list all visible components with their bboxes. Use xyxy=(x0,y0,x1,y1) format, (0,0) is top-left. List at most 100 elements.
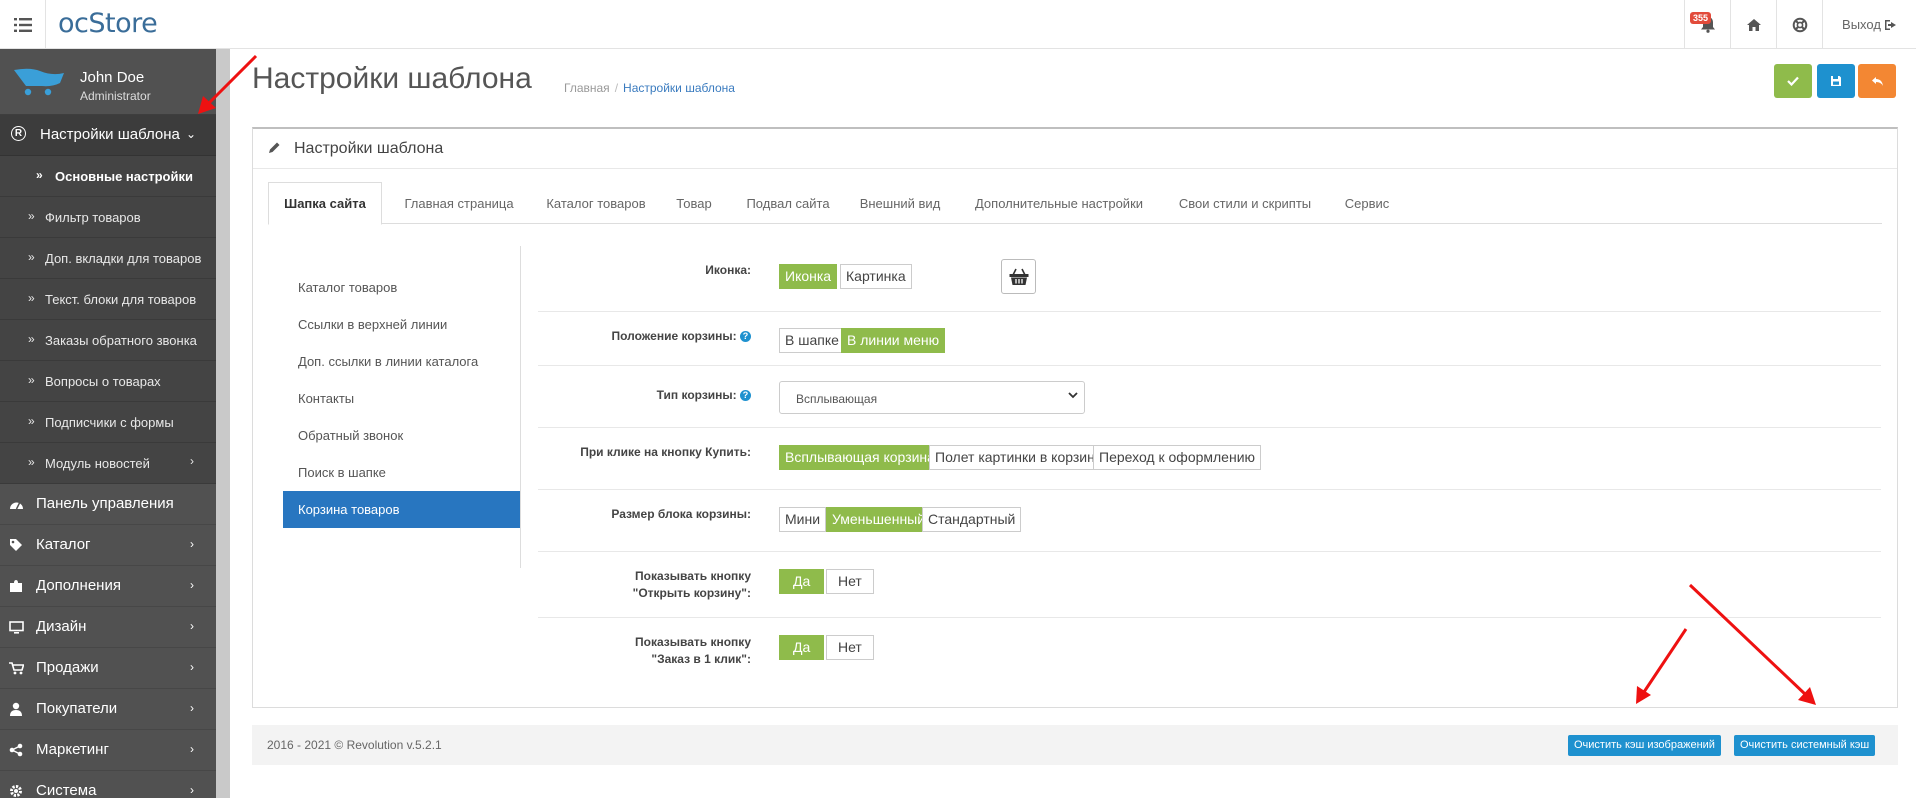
sidebar-subitem-label: Основные настройки xyxy=(55,169,193,184)
sidebar-item-dashboard[interactable]: Панель управления xyxy=(0,484,216,525)
menu-toggle-button[interactable] xyxy=(0,0,46,49)
breadcrumb-separator: / xyxy=(614,81,619,95)
cart-type-select[interactable]: Всплывающая xyxy=(779,381,1085,414)
sidebar-item-label: Маркетинг xyxy=(36,741,109,758)
tab-home-page[interactable]: Главная страница xyxy=(382,182,536,224)
sidebar-item-sales[interactable]: Продажи › xyxy=(0,648,216,689)
vnav-item[interactable]: Контакты xyxy=(283,380,520,417)
sidebar-item-design[interactable]: Дизайн › xyxy=(0,607,216,648)
help-icon[interactable]: ? xyxy=(740,331,751,342)
chevron-right-icon: › xyxy=(190,537,194,551)
double-chevron-icon: » xyxy=(28,373,35,387)
back-button[interactable] xyxy=(1858,64,1896,98)
tab-catalog[interactable]: Каталог товаров xyxy=(536,182,656,224)
field-label: Положение корзины: ? xyxy=(612,328,751,345)
sidebar-item-system[interactable]: Система › xyxy=(0,771,216,798)
chevron-right-icon: › xyxy=(190,619,194,633)
logout-button[interactable]: Выход xyxy=(1822,0,1916,49)
double-chevron-icon: » xyxy=(28,414,35,428)
vnav-item[interactable]: Каталог товаров xyxy=(283,269,520,306)
sidebar-subitem[interactable]: » Заказы обратного звонка xyxy=(0,320,216,361)
notifications-button[interactable] xyxy=(1684,0,1730,49)
double-chevron-icon: » xyxy=(28,250,35,264)
opencart-logo-icon xyxy=(14,68,64,96)
sidebar-subitem[interactable]: » Основные настройки xyxy=(0,156,216,197)
clear-image-cache-button[interactable]: Очистить кэш изображений xyxy=(1568,735,1721,756)
form-row-show-one-click: Показывать кнопку "Заказ в 1 клик": Да Не… xyxy=(538,618,1881,684)
sidebar-item-extensions[interactable]: Дополнения › xyxy=(0,566,216,607)
sidebar-subitem[interactable]: » Вопросы о товарах xyxy=(0,361,216,402)
logo-store: Store xyxy=(88,8,158,39)
panel-title: Настройки шаблона xyxy=(294,140,444,157)
sidebar-subitem-label: Модуль новостей xyxy=(45,456,150,471)
double-chevron-icon: » xyxy=(36,168,43,182)
sidebar-scrollbar[interactable] xyxy=(216,49,230,798)
sidebar-item-label: Продажи xyxy=(36,659,99,676)
sidebar-item-label: Каталог xyxy=(36,536,91,553)
breadcrumb-home-link[interactable]: Главная xyxy=(564,81,610,95)
option-button[interactable]: Да xyxy=(779,635,825,660)
sidebar-subitem[interactable]: » Доп. вкладки для товаров xyxy=(0,238,216,279)
sidebar-item-marketing[interactable]: Маркетинг › xyxy=(0,730,216,771)
field-label: Размер блока корзины: xyxy=(611,507,751,521)
tab-service[interactable]: Сервис xyxy=(1328,182,1406,224)
logo-oc: oc xyxy=(58,8,89,39)
form-row-on-buy: При клике на кнопку Купить: Всплывающая … xyxy=(538,428,1881,490)
sidebar-item-label: Панель управления xyxy=(36,495,174,512)
help-button[interactable] xyxy=(1776,0,1822,49)
option-button[interactable]: Да xyxy=(779,569,825,594)
option-button[interactable]: Нет xyxy=(826,635,874,660)
sidebar-item-customers[interactable]: Покупатели › xyxy=(0,689,216,730)
sidebar-item-template-settings[interactable]: R Настройки шаблона ⌄ xyxy=(0,115,216,156)
double-chevron-icon: » xyxy=(28,332,35,346)
field-label: Показывать кнопку "Открыть корзину": xyxy=(633,568,751,602)
tab-custom-styles[interactable]: Свои стили и скрипты xyxy=(1162,182,1328,224)
option-button[interactable]: Всплывающая корзина xyxy=(779,445,941,470)
sidebar-item-label: Дополнения xyxy=(36,577,121,594)
vnav-item-active[interactable]: Корзина товаров xyxy=(283,491,520,528)
field-label-line: "Открыть корзину": xyxy=(632,586,751,600)
vnav-item[interactable]: Доп. ссылки в линии каталога xyxy=(283,343,520,380)
option-button[interactable]: Стандартный xyxy=(922,507,1022,532)
tab-header[interactable]: Шапка сайта xyxy=(268,182,382,225)
sidebar-item-catalog[interactable]: Каталог › xyxy=(0,525,216,566)
option-button[interactable]: Иконка xyxy=(779,264,838,289)
tab-appearance[interactable]: Внешний вид xyxy=(844,182,956,224)
breadcrumb-current-link[interactable]: Настройки шаблона xyxy=(623,81,735,95)
option-button[interactable]: Мини xyxy=(779,507,827,532)
vnav-item[interactable]: Поиск в шапке xyxy=(283,454,520,491)
user-role: Administrator xyxy=(80,89,151,103)
app-logo[interactable]: ocStore xyxy=(58,8,158,39)
field-label: Показывать кнопку "Заказ в 1 клик": xyxy=(635,634,751,668)
chevron-right-icon: › xyxy=(190,701,194,715)
option-button[interactable]: Уменьшенный xyxy=(826,507,932,532)
help-icon[interactable]: ? xyxy=(740,390,751,401)
option-button[interactable]: Нет xyxy=(826,569,874,594)
tab-product[interactable]: Товар xyxy=(656,182,732,224)
apply-button[interactable] xyxy=(1817,64,1855,98)
save-button[interactable] xyxy=(1774,64,1812,98)
sidebar-subitem[interactable]: » Текст. блоки для товаров xyxy=(0,279,216,320)
sidebar-item-label: Покупатели xyxy=(36,700,118,717)
hamburger-icon xyxy=(13,17,32,32)
option-button[interactable]: Полет картинки в корзину xyxy=(929,445,1108,470)
sidebar-subitem[interactable]: » Подписчики с формы xyxy=(0,402,216,443)
puzzle-icon xyxy=(8,578,24,594)
vnav-item[interactable]: Обратный звонок xyxy=(283,417,520,454)
form-row-cart-size: Размер блока корзины: Мини Уменьшенный С… xyxy=(538,490,1881,552)
notification-badge: 355 xyxy=(1690,12,1712,24)
vnav-item[interactable]: Ссылки в верхней линии xyxy=(283,306,520,343)
clear-system-cache-button[interactable]: Очистить системный кэш xyxy=(1734,735,1876,756)
option-button[interactable]: Переход к оформлению xyxy=(1093,445,1262,470)
tab-footer[interactable]: Подвал сайта xyxy=(732,182,844,224)
tab-additional-settings[interactable]: Дополнительные настройки xyxy=(956,182,1162,224)
share-icon xyxy=(8,742,24,758)
cart-icon-preview-button[interactable] xyxy=(1001,259,1036,294)
option-button[interactable]: Картинка xyxy=(840,264,912,289)
sidebar-subitem[interactable]: » Модуль новостей › xyxy=(0,443,216,484)
option-button[interactable]: В линии меню xyxy=(841,328,946,353)
home-button[interactable] xyxy=(1730,0,1776,49)
sidebar-subitem[interactable]: » Фильтр товаров xyxy=(0,197,216,238)
user-profile[interactable]: John Doe Administrator xyxy=(0,49,216,115)
option-button[interactable]: В шапке xyxy=(779,328,845,353)
